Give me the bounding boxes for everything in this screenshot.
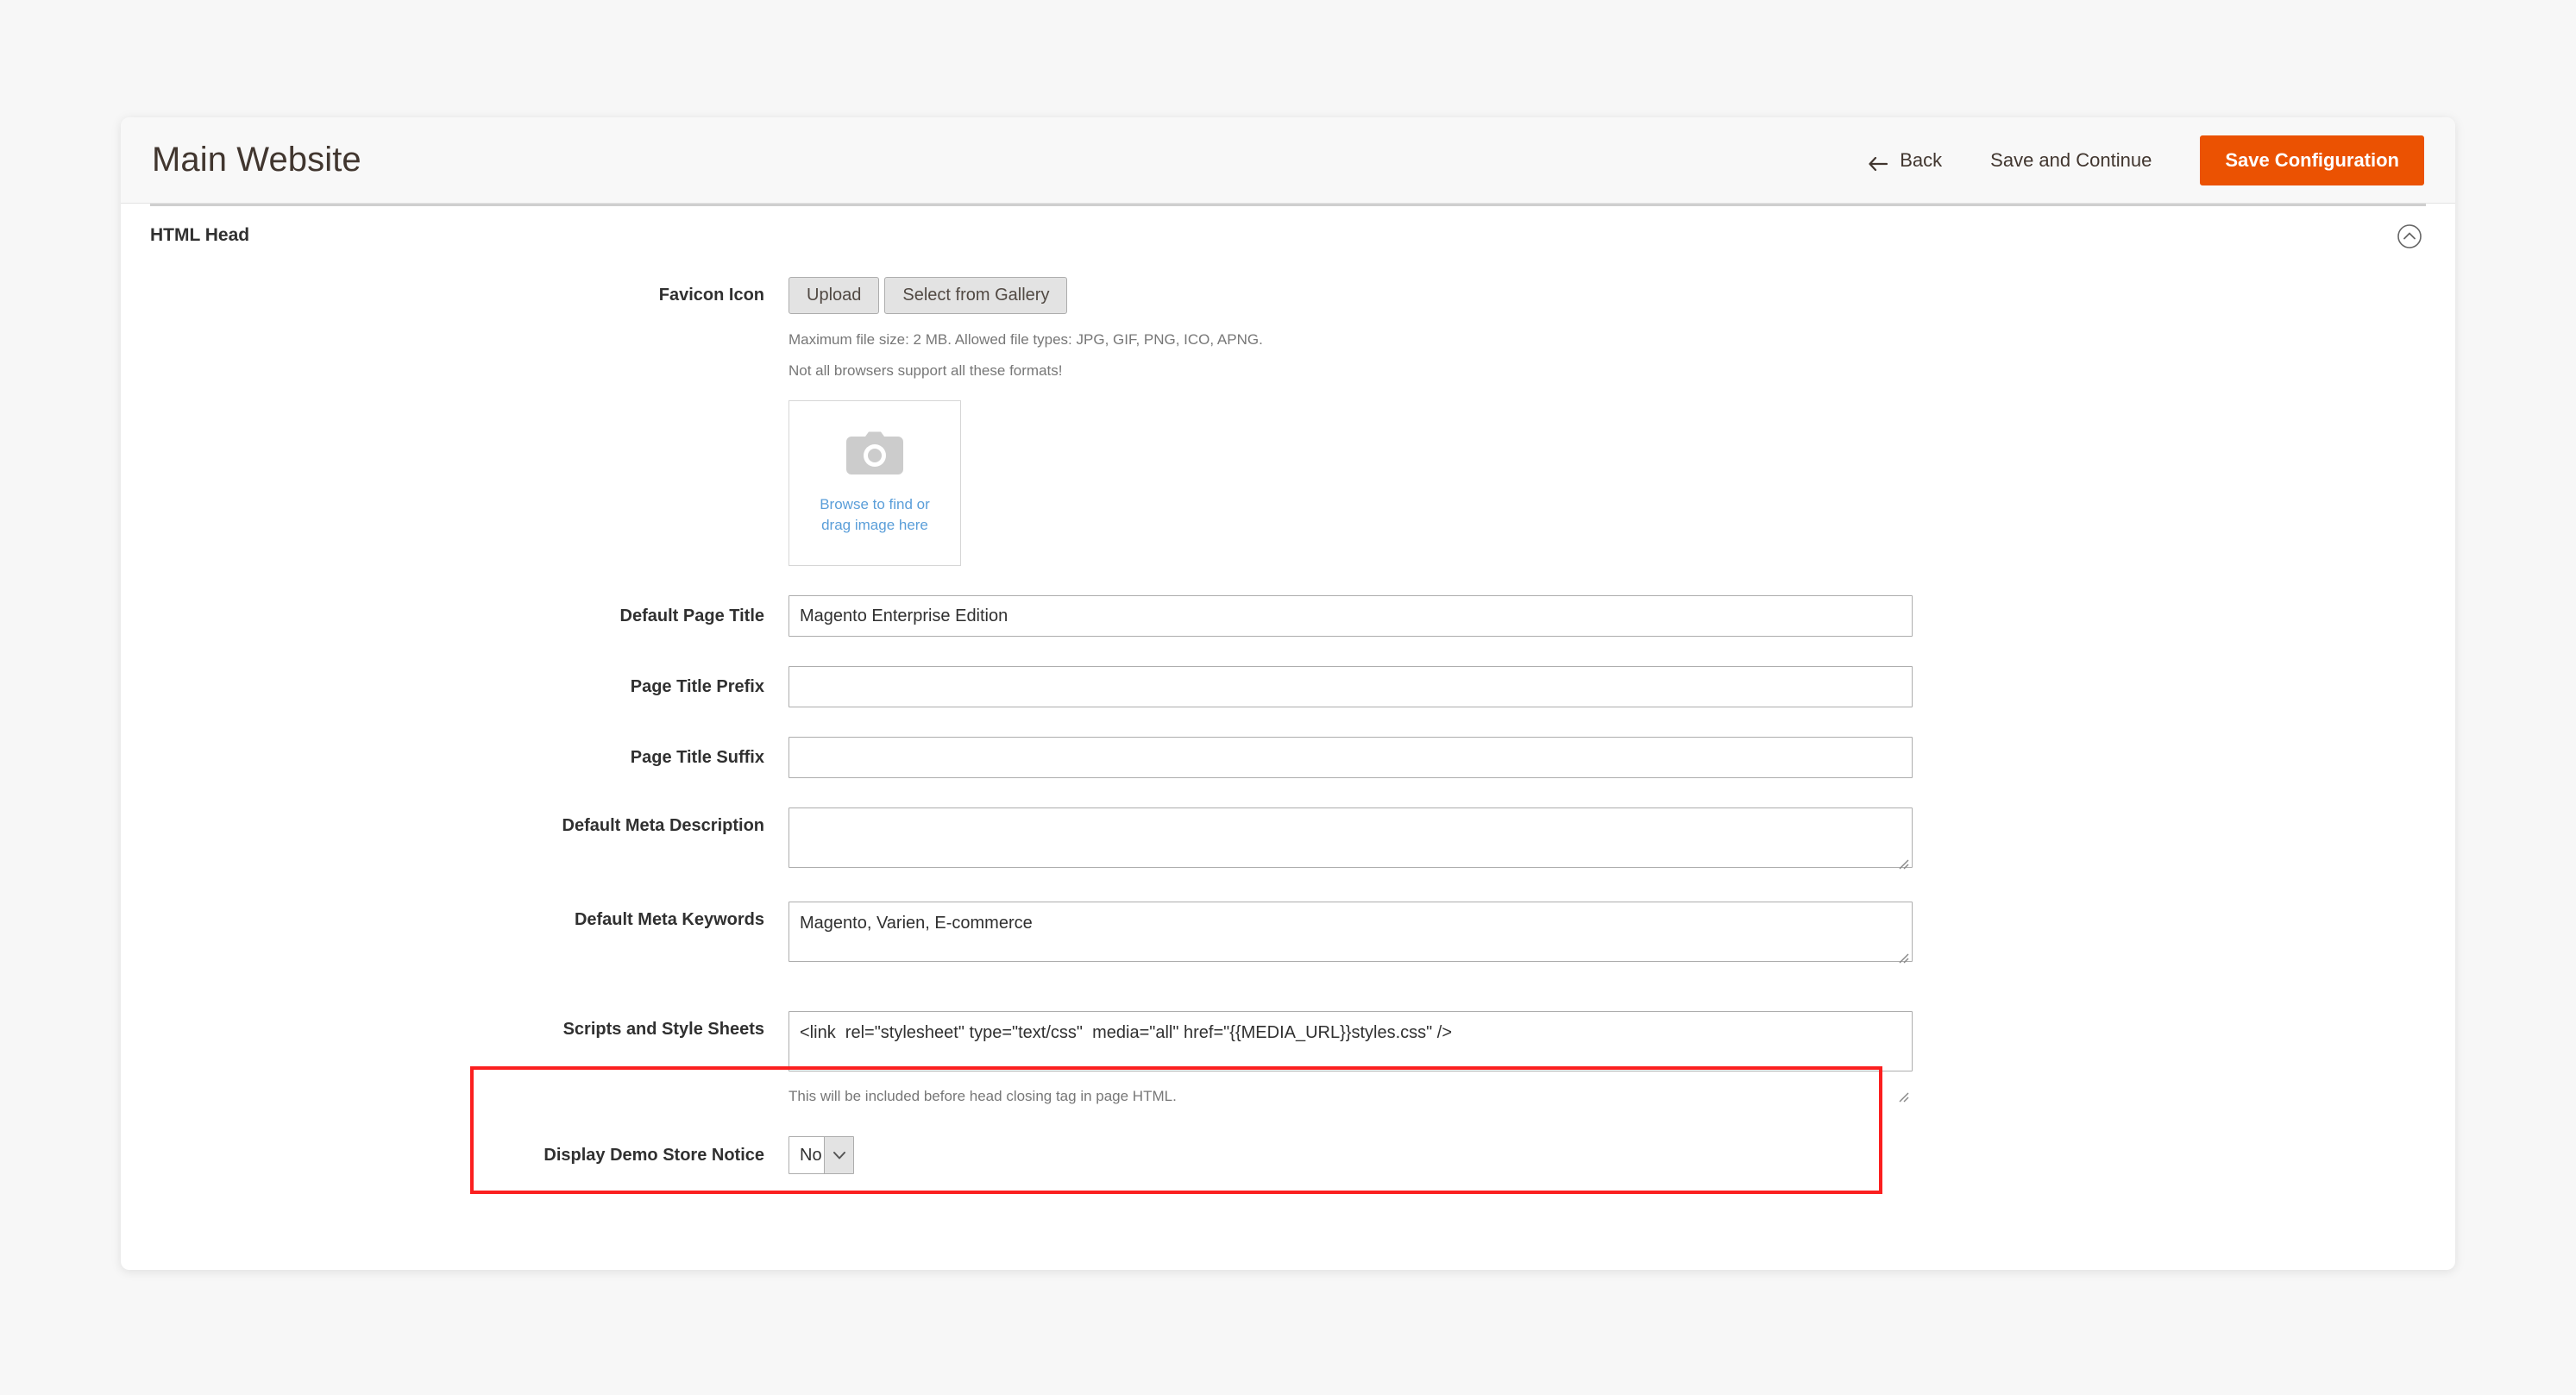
save-and-continue-button[interactable]: Save and Continue <box>1964 149 2177 172</box>
favicon-icon-control: Upload Select from Gallery Maximum file … <box>789 277 2426 566</box>
scripts-and-style-sheets-helper: This will be included before head closin… <box>789 1088 1177 1104</box>
field-row-default-meta-keywords: Default Meta Keywords <box>150 902 2426 966</box>
default-meta-description-textarea[interactable] <box>789 807 1913 868</box>
field-row-page-title-prefix: Page Title Prefix <box>150 666 2426 707</box>
default-meta-keywords-label: Default Meta Keywords <box>574 910 764 929</box>
field-row-page-title-suffix: Page Title Suffix <box>150 737 2426 778</box>
page-title-prefix-label: Page Title Prefix <box>630 676 764 696</box>
default-page-title-input[interactable] <box>789 595 1913 637</box>
page-header: Main Website Back Save and Continue Save… <box>121 117 2455 204</box>
field-row-default-meta-description: Default Meta Description <box>150 807 2426 872</box>
html-head-form: Favicon Icon Upload Select from Gallery … <box>121 258 2455 1174</box>
config-card: Main Website Back Save and Continue Save… <box>121 117 2455 1270</box>
dropzone-line-1: Browse to find or <box>820 495 930 512</box>
header-actions: Back Save and Continue Save Configuratio… <box>1846 117 2424 203</box>
favicon-note-filesize: Maximum file size: 2 MB. Allowed file ty… <box>789 331 1263 348</box>
select-from-gallery-button[interactable]: Select from Gallery <box>884 277 1068 314</box>
default-meta-description-label: Default Meta Description <box>562 816 764 835</box>
display-demo-store-notice-label: Display Demo Store Notice <box>543 1145 764 1165</box>
section-title: HTML Head <box>150 225 250 245</box>
favicon-dropzone[interactable]: Browse to find or drag image here <box>789 400 961 566</box>
save-configuration-button[interactable]: Save Configuration <box>2200 135 2424 185</box>
field-row-display-demo-store-notice: Display Demo Store Notice No <box>150 1136 2426 1174</box>
page-title-prefix-input[interactable] <box>789 666 1913 707</box>
back-button-label: Back <box>1900 148 1943 171</box>
favicon-upload-buttons: Upload Select from Gallery <box>789 277 2426 314</box>
chevron-up-circle-icon[interactable] <box>2395 222 2424 251</box>
field-row-scripts-and-style-sheets: Scripts and Style Sheets This will be in… <box>150 1011 2426 1105</box>
default-meta-keywords-textarea[interactable] <box>789 902 1913 962</box>
section-header-html-head[interactable]: HTML Head <box>150 204 2426 258</box>
display-demo-store-notice-value: No <box>800 1145 822 1165</box>
dropzone-line-2: drag image here <box>821 516 928 533</box>
chevron-down-icon[interactable] <box>824 1137 853 1173</box>
field-row-favicon-icon: Favicon Icon Upload Select from Gallery … <box>150 258 2426 566</box>
page-title-suffix-input[interactable] <box>789 737 1913 778</box>
scripts-and-style-sheets-label: Scripts and Style Sheets <box>562 1020 764 1039</box>
favicon-note-browsers: Not all browsers support all these forma… <box>789 361 1063 379</box>
camera-icon <box>846 431 903 481</box>
upload-button[interactable]: Upload <box>789 277 880 314</box>
favicon-icon-label: Favicon Icon <box>658 286 764 305</box>
field-row-default-page-title: Default Page Title <box>150 595 2426 637</box>
page-title: Main Website <box>152 141 361 179</box>
display-demo-store-notice-select[interactable]: No <box>789 1136 854 1174</box>
arrow-left-icon <box>1869 154 1888 171</box>
back-button[interactable]: Back <box>1846 149 1964 172</box>
scripts-and-style-sheets-textarea[interactable] <box>789 1011 1913 1071</box>
default-page-title-label: Default Page Title <box>619 606 764 625</box>
page-title-suffix-label: Page Title Suffix <box>630 747 764 767</box>
page-root: Main Website Back Save and Continue Save… <box>0 0 2576 1395</box>
